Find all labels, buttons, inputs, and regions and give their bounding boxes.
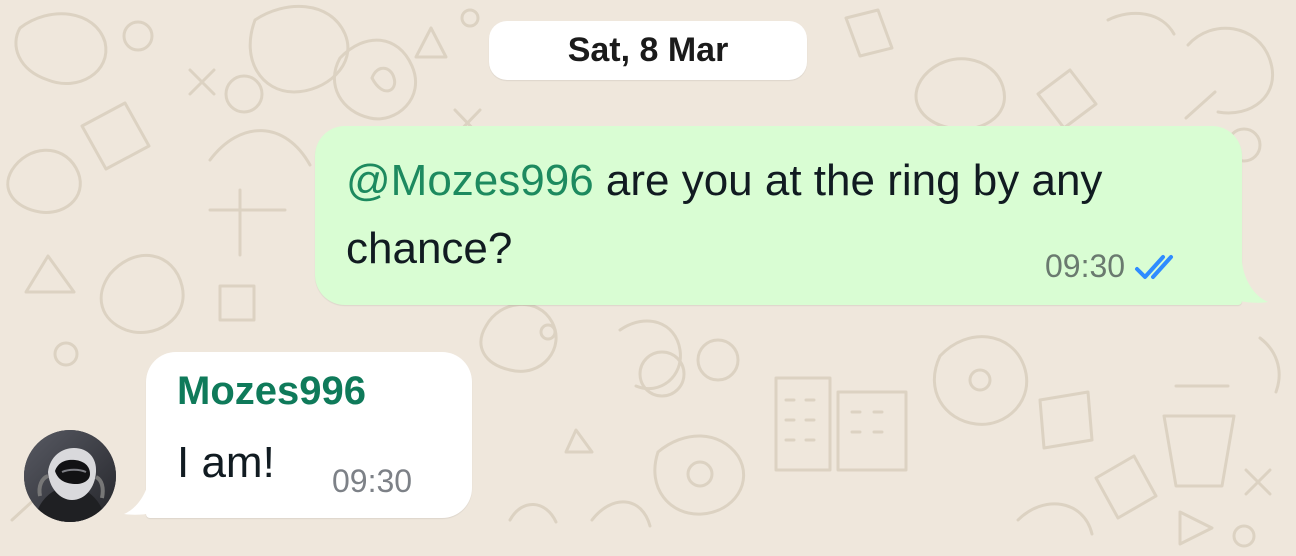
incoming-bubble-tail — [124, 474, 166, 515]
outgoing-message-meta: 09:30 — [1045, 248, 1183, 285]
outgoing-timestamp: 09:30 — [1045, 248, 1126, 284]
user-avatar-icon[interactable] — [24, 430, 116, 522]
sender-name[interactable]: Mozes996 — [177, 369, 366, 414]
incoming-message-text: I am! — [177, 438, 275, 487]
incoming-timestamp: 09:30 — [332, 463, 413, 499]
date-separator: Sat, 8 Mar — [489, 21, 807, 80]
mention-link[interactable]: @Mozes996 — [346, 156, 594, 205]
double-check-read-icon — [1135, 254, 1174, 279]
outgoing-bubble-tail — [1226, 262, 1268, 303]
avatar-image — [24, 430, 116, 522]
